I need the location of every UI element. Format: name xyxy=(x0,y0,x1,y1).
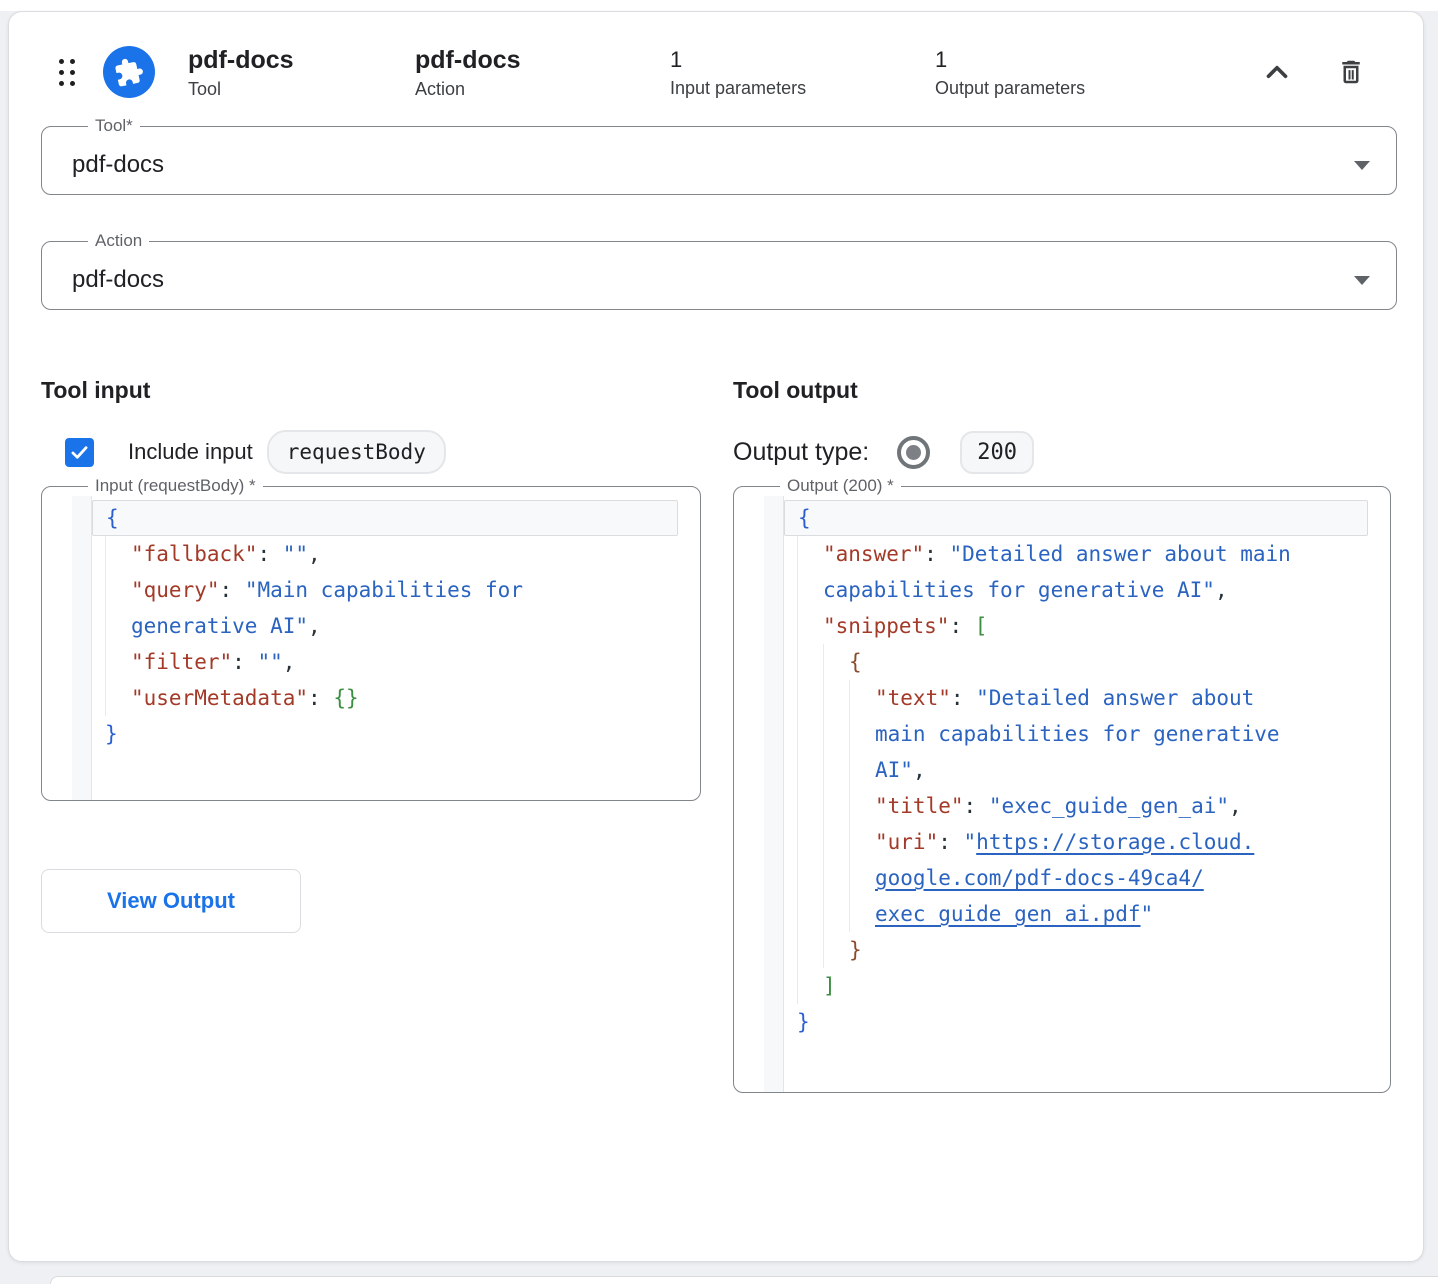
code-line: } xyxy=(92,716,678,752)
extension-puzzle-icon xyxy=(103,46,155,98)
drag-handle-icon[interactable] xyxy=(59,59,75,86)
action-select-value: pdf-docs xyxy=(72,266,164,294)
input-field-label: Input (requestBody) * xyxy=(88,476,263,496)
header-action-name: pdf-docs xyxy=(415,45,670,75)
output-type-label: Output type: xyxy=(733,438,869,467)
include-input-checkbox[interactable] xyxy=(65,438,94,467)
code-line: } xyxy=(784,1004,1368,1040)
header-action-sublabel: Action xyxy=(415,79,670,100)
output-json-editor[interactable]: {"answer": "Detailed answer about mainca… xyxy=(764,496,1370,1092)
include-input-label: Include input xyxy=(128,439,253,465)
request-body-chip: requestBody xyxy=(267,430,446,474)
tool-select-label: Tool* xyxy=(88,116,140,136)
code-line: capabilities for generative AI", xyxy=(784,572,1368,608)
trash-icon xyxy=(1336,57,1366,87)
tool-select-value: pdf-docs xyxy=(72,151,164,179)
output-params-count: 1 xyxy=(935,46,1255,74)
tool-select[interactable]: Tool* pdf-docs xyxy=(41,116,1397,195)
dropdown-arrow-icon xyxy=(1354,276,1370,285)
code-line: "uri": "https://storage.cloud. xyxy=(784,824,1368,860)
status-200-chip[interactable]: 200 xyxy=(960,431,1034,474)
code-line: ] xyxy=(784,968,1368,1004)
editor-gutter xyxy=(72,496,92,800)
tool-input-heading: Tool input xyxy=(41,376,701,404)
output-200-field: Output (200) * {"answer": "Detailed answ… xyxy=(733,476,1391,1093)
code-line: "answer": "Detailed answer about main xyxy=(784,536,1368,572)
input-params-count: 1 xyxy=(670,46,935,74)
header-tool-sublabel: Tool xyxy=(188,79,415,100)
code-line: "filter": "", xyxy=(92,644,678,680)
card-header: pdf-docs Tool pdf-docs Action 1 Input pa… xyxy=(41,12,1397,116)
header-output-params: 1 Output parameters xyxy=(935,46,1255,99)
view-output-button[interactable]: View Output xyxy=(41,869,301,933)
tool-output-heading: Tool output xyxy=(733,376,1391,404)
dropdown-arrow-icon xyxy=(1354,161,1370,170)
output-type-row: Output type: 200 xyxy=(733,428,1391,476)
output-field-label: Output (200) * xyxy=(780,476,901,496)
tool-input-section: Tool input Include input requestBody Inp… xyxy=(41,376,701,1093)
input-params-label: Input parameters xyxy=(670,78,935,99)
code-line: google.com/pdf-docs-49ca4/ xyxy=(784,860,1368,896)
code-line: { xyxy=(784,644,1368,680)
header-tool-name: pdf-docs xyxy=(188,45,415,75)
output-type-radio[interactable] xyxy=(897,436,930,469)
delete-button[interactable] xyxy=(1329,50,1373,94)
action-select-label: Action xyxy=(88,231,149,251)
code-line: main capabilities for generative xyxy=(784,716,1368,752)
collapse-button[interactable] xyxy=(1255,50,1299,94)
tool-config-card: pdf-docs Tool pdf-docs Action 1 Input pa… xyxy=(8,11,1424,1262)
code-line: exec_guide_gen_ai.pdf" xyxy=(784,896,1368,932)
header-input-params: 1 Input parameters xyxy=(670,46,935,99)
editor-gutter xyxy=(764,496,784,1092)
chevron-up-icon xyxy=(1260,55,1294,89)
code-line: "userMetadata": {} xyxy=(92,680,678,716)
input-json-editor[interactable]: {"fallback": "","query": "Main capabilit… xyxy=(72,496,680,800)
code-line: "fallback": "", xyxy=(92,536,678,572)
header-tool-summary: pdf-docs Tool xyxy=(188,45,415,100)
include-input-row: Include input requestBody xyxy=(41,428,701,476)
next-card-edge xyxy=(50,1276,1438,1284)
code-line: "query": "Main capabilities for xyxy=(92,572,678,608)
code-line: } xyxy=(784,932,1368,968)
header-action-summary: pdf-docs Action xyxy=(415,45,670,100)
tool-output-section: Tool output Output type: 200 Output (200… xyxy=(733,376,1391,1093)
code-line: AI", xyxy=(784,752,1368,788)
code-line: generative AI", xyxy=(92,608,678,644)
input-requestbody-field: Input (requestBody) * {"fallback": "","q… xyxy=(41,476,701,801)
code-line: "title": "exec_guide_gen_ai", xyxy=(784,788,1368,824)
output-params-label: Output parameters xyxy=(935,78,1255,99)
code-line: { xyxy=(92,500,678,536)
action-select[interactable]: Action pdf-docs xyxy=(41,231,1397,310)
check-icon xyxy=(69,442,90,463)
code-line: "text": "Detailed answer about xyxy=(784,680,1368,716)
code-line: "snippets": [ xyxy=(784,608,1368,644)
previous-card-edge xyxy=(0,0,1438,11)
code-line: { xyxy=(784,500,1368,536)
